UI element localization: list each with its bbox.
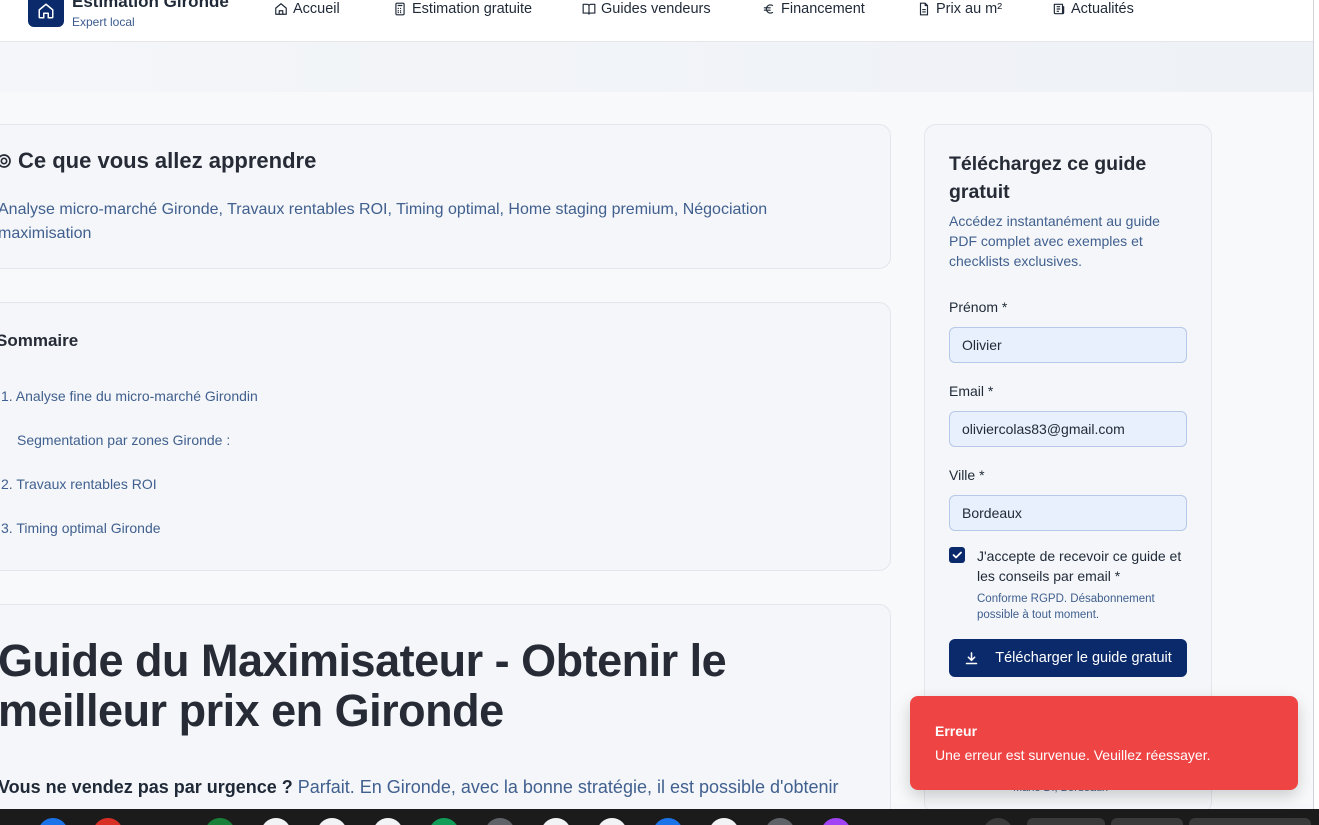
city-label: Ville * — [949, 467, 985, 483]
nav-label: Actualités — [1071, 1, 1134, 17]
article-intro: Vous ne vendez pas par urgence ? Parfait… — [0, 777, 839, 798]
city-input[interactable] — [949, 495, 1187, 531]
error-toast[interactable]: Erreur Une erreur est survenue. Veuillez… — [910, 696, 1298, 790]
toast-title: Erreur — [935, 723, 978, 739]
document-icon — [919, 2, 929, 16]
brand-subtitle: Expert local — [72, 15, 135, 29]
nav-guides[interactable]: Guides vendeurs — [582, 0, 711, 18]
brand-logo[interactable] — [28, 0, 64, 27]
toast-message: Une erreur est survenue. Veuillez réessa… — [935, 747, 1211, 763]
firstname-input[interactable] — [949, 327, 1187, 363]
nav-prix-m2[interactable]: Prix au m² — [917, 0, 1002, 18]
taskbar-tray[interactable] — [1111, 818, 1183, 825]
article-title: Guide du Maximisateur - Obtenir le meill… — [0, 635, 727, 736]
intro-text: Parfait. En Gironde, avec la bonne strat… — [292, 777, 839, 797]
download-button-label: Télécharger le guide gratuit — [995, 650, 1172, 666]
home-icon — [275, 3, 287, 15]
toc-item[interactable]: Segmentation par zones Gironde : — [17, 432, 230, 448]
email-label: Email * — [949, 383, 994, 399]
consent-label[interactable]: J'accepte de recevoir ce guide et les co… — [977, 546, 1187, 586]
newspaper-icon — [1053, 3, 1065, 15]
nav-label: Guides vendeurs — [601, 1, 711, 17]
nav-accueil[interactable]: Accueil — [274, 0, 340, 18]
book-icon — [582, 3, 596, 15]
toc-item[interactable]: 3. Timing optimal Gironde — [1, 520, 161, 536]
nav-financement[interactable]: Financement — [762, 0, 865, 18]
hero-band — [0, 42, 1313, 92]
form-subtitle: Accédez instantanément au guide PDF comp… — [949, 213, 1160, 269]
learn-title: Ce que vous allez apprendre — [18, 148, 317, 173]
window-edge — [1313, 0, 1319, 825]
brand-title[interactable]: Estimation Gironde — [72, 0, 229, 12]
learn-card — [0, 124, 891, 269]
nav-label: Estimation gratuite — [412, 1, 533, 17]
nav-label: Accueil — [293, 1, 340, 17]
nav-label: Financement — [781, 1, 865, 17]
download-guide-button[interactable]: Télécharger le guide gratuit — [949, 639, 1187, 677]
learn-heading: Ce que vous allez apprendre — [0, 148, 316, 174]
toc-title: Sommaire — [0, 331, 79, 350]
nav-label: Prix au m² — [936, 1, 1003, 17]
email-input[interactable] — [949, 411, 1187, 447]
firstname-label: Prénom * — [949, 299, 1008, 315]
download-icon — [965, 651, 978, 664]
toc-item[interactable]: 1. Analyse fine du micro-marché Girondin — [1, 388, 258, 404]
nav-actualites[interactable]: Actualités — [1052, 0, 1134, 18]
consent-checkbox[interactable] — [949, 547, 965, 563]
taskbar-tray[interactable] — [1027, 818, 1105, 825]
home-icon — [38, 3, 54, 18]
taskbar-clock[interactable] — [1189, 818, 1311, 825]
consent-note: Conforme RGPD. Désabonnement possible à … — [977, 593, 1155, 621]
euro-icon — [763, 4, 774, 14]
check-icon — [952, 551, 962, 559]
calculator-icon — [395, 2, 405, 16]
nav-estimation[interactable]: Estimation gratuite — [393, 0, 532, 18]
form-title: Téléchargez ce guide gratuit — [949, 153, 1147, 203]
learn-topics: Analyse micro-marché Gironde, Travaux re… — [0, 201, 768, 242]
target-icon — [0, 154, 11, 168]
intro-bold: Vous ne vendez pas par urgence ? — [0, 777, 293, 797]
toc-item[interactable]: 2. Travaux rentables ROI — [1, 476, 157, 492]
